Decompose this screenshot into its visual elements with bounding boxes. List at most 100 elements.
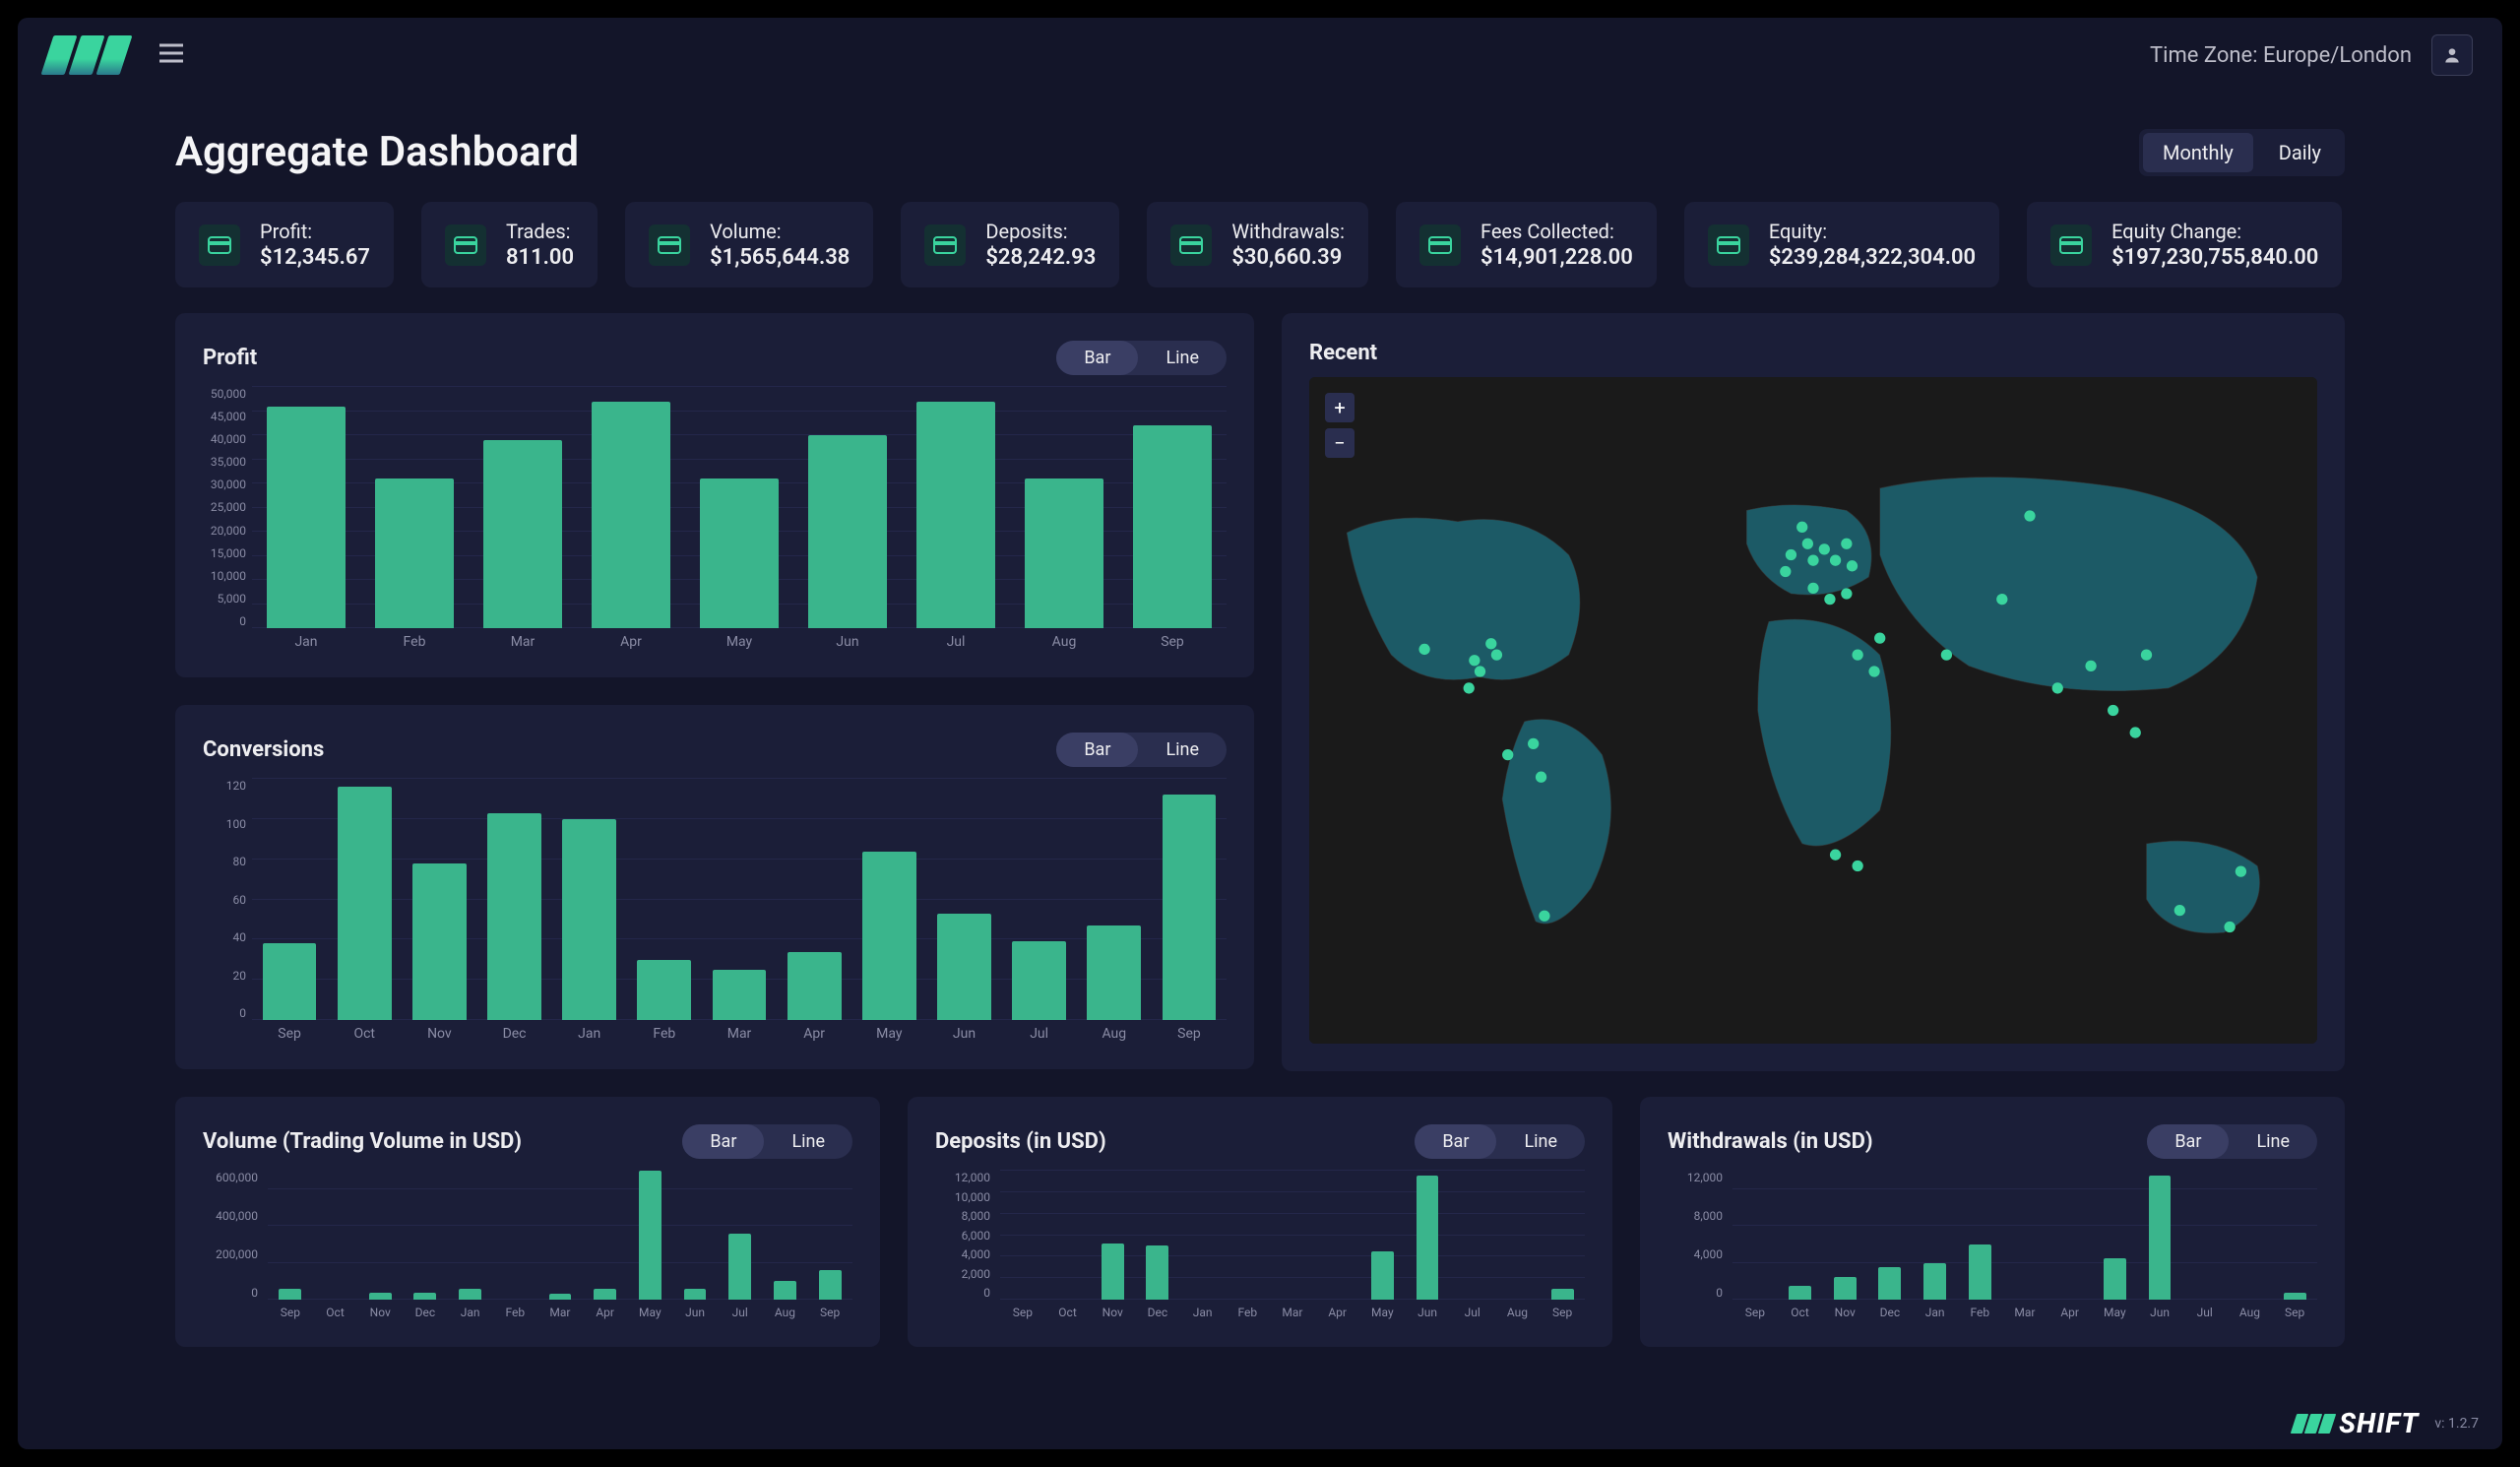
panel-title-withdrawals: Withdrawals (in USD): [1668, 1129, 1873, 1154]
bar[interactable]: [713, 970, 767, 1020]
world-map[interactable]: + −: [1309, 377, 2317, 1044]
bar[interactable]: [1087, 925, 1141, 1020]
bar[interactable]: [1551, 1289, 1574, 1300]
bar[interactable]: [1102, 1244, 1124, 1300]
bar[interactable]: [808, 435, 886, 628]
bar[interactable]: [1371, 1251, 1394, 1300]
bar[interactable]: [2149, 1176, 2172, 1300]
bar[interactable]: [483, 440, 561, 628]
tab-monthly[interactable]: Monthly: [2143, 133, 2253, 172]
toggle-bar[interactable]: Bar: [1415, 1124, 1496, 1159]
x-tick: Jul: [902, 634, 1010, 650]
x-tick: Nov: [1090, 1306, 1135, 1319]
toggle-line[interactable]: Line: [2229, 1124, 2317, 1159]
x-tick: Feb: [1225, 1306, 1270, 1319]
footer: SHIFT v: 1.2.7: [2294, 1407, 2479, 1439]
toggle-line[interactable]: Line: [1496, 1124, 1585, 1159]
bar[interactable]: [788, 952, 842, 1020]
stat-value: 811.00: [506, 245, 574, 270]
bar[interactable]: [549, 1294, 572, 1300]
bar[interactable]: [774, 1281, 796, 1300]
bar[interactable]: [459, 1289, 481, 1300]
bar[interactable]: [1878, 1267, 1901, 1300]
x-tick: Mar: [702, 1026, 777, 1042]
bar[interactable]: [279, 1289, 301, 1300]
wallet-icon: [199, 224, 240, 266]
zoom-in-button[interactable]: +: [1325, 393, 1354, 422]
bar[interactable]: [369, 1293, 392, 1300]
toggle-line[interactable]: Line: [1138, 341, 1227, 375]
bar[interactable]: [937, 914, 991, 1020]
toggle-bar[interactable]: Bar: [1056, 341, 1138, 375]
x-tick: Jun: [672, 1306, 718, 1319]
bar[interactable]: [413, 1293, 436, 1300]
x-tick: Aug: [1495, 1306, 1541, 1319]
timezone-label: Time Zone: Europe/London: [2150, 43, 2412, 68]
bar[interactable]: [1969, 1244, 1991, 1300]
bar[interactable]: [728, 1234, 751, 1300]
bar[interactable]: [700, 478, 778, 628]
bar[interactable]: [1012, 941, 1066, 1020]
stat-label: Trades:: [506, 220, 574, 243]
x-tick: Jul: [1002, 1026, 1077, 1042]
toggle-line[interactable]: Line: [764, 1124, 852, 1159]
bar[interactable]: [487, 813, 541, 1020]
bar[interactable]: [819, 1270, 842, 1300]
bar[interactable]: [1789, 1286, 1811, 1300]
profile-button[interactable]: [2431, 34, 2473, 76]
version-label: v: 1.2.7: [2434, 1416, 2479, 1432]
x-tick: Mar: [537, 1306, 583, 1319]
bar[interactable]: [862, 852, 916, 1021]
x-tick: Oct: [1045, 1306, 1091, 1319]
y-tick: 20: [203, 969, 252, 983]
x-tick: Sep: [1732, 1306, 1778, 1319]
x-tick: Feb: [492, 1306, 537, 1319]
bar[interactable]: [562, 819, 616, 1020]
x-tick: Sep: [1118, 634, 1227, 650]
bar[interactable]: [375, 478, 453, 628]
bar[interactable]: [916, 402, 994, 628]
panel-withdrawals: Withdrawals (in USD) Bar Line 04,0008,00…: [1640, 1097, 2345, 1347]
stat-label: Deposits:: [985, 220, 1096, 243]
bar[interactable]: [338, 787, 392, 1020]
bar[interactable]: [1163, 795, 1217, 1020]
bar[interactable]: [1133, 425, 1211, 628]
x-tick: Jul: [2182, 1306, 2228, 1319]
bar[interactable]: [2104, 1258, 2126, 1300]
tab-daily[interactable]: Daily: [2259, 133, 2341, 172]
toggle-bar[interactable]: Bar: [682, 1124, 764, 1159]
panel-profit: Profit Bar Line 05,00010,00015,00020,000…: [175, 313, 1254, 677]
wallet-icon: [649, 224, 690, 266]
y-tick: 8,000: [935, 1209, 996, 1223]
x-tick: Nov: [357, 1306, 403, 1319]
bar[interactable]: [639, 1171, 662, 1300]
y-tick: 50,000: [203, 387, 252, 401]
bar[interactable]: [1146, 1245, 1168, 1300]
toggle-line[interactable]: Line: [1138, 733, 1227, 767]
bar[interactable]: [637, 960, 691, 1020]
y-tick: 0: [203, 1286, 264, 1300]
toggle-bar[interactable]: Bar: [2147, 1124, 2229, 1159]
zoom-out-button[interactable]: −: [1325, 428, 1354, 458]
bar[interactable]: [1025, 478, 1102, 628]
panel-title-deposits: Deposits (in USD): [935, 1129, 1106, 1154]
bar[interactable]: [592, 402, 669, 628]
y-tick: 4,000: [935, 1247, 996, 1261]
menu-icon[interactable]: [156, 37, 187, 73]
toggle-bar[interactable]: Bar: [1056, 733, 1138, 767]
x-tick: Jun: [2137, 1306, 2182, 1319]
x-tick: Jul: [718, 1306, 763, 1319]
bar[interactable]: [2284, 1293, 2306, 1300]
bar[interactable]: [1834, 1277, 1857, 1300]
bar[interactable]: [1417, 1176, 1439, 1300]
panel-deposits: Deposits (in USD) Bar Line 02,0004,0006,…: [908, 1097, 1612, 1347]
bar[interactable]: [1923, 1263, 1946, 1300]
bar[interactable]: [594, 1289, 616, 1300]
bar[interactable]: [263, 943, 317, 1020]
bar[interactable]: [684, 1289, 707, 1300]
y-tick: 40,000: [203, 432, 252, 446]
bar[interactable]: [412, 863, 467, 1020]
y-tick: 8,000: [1668, 1209, 1729, 1223]
stat-card: Deposits: $28,242.93: [901, 202, 1119, 287]
bar[interactable]: [267, 407, 345, 628]
